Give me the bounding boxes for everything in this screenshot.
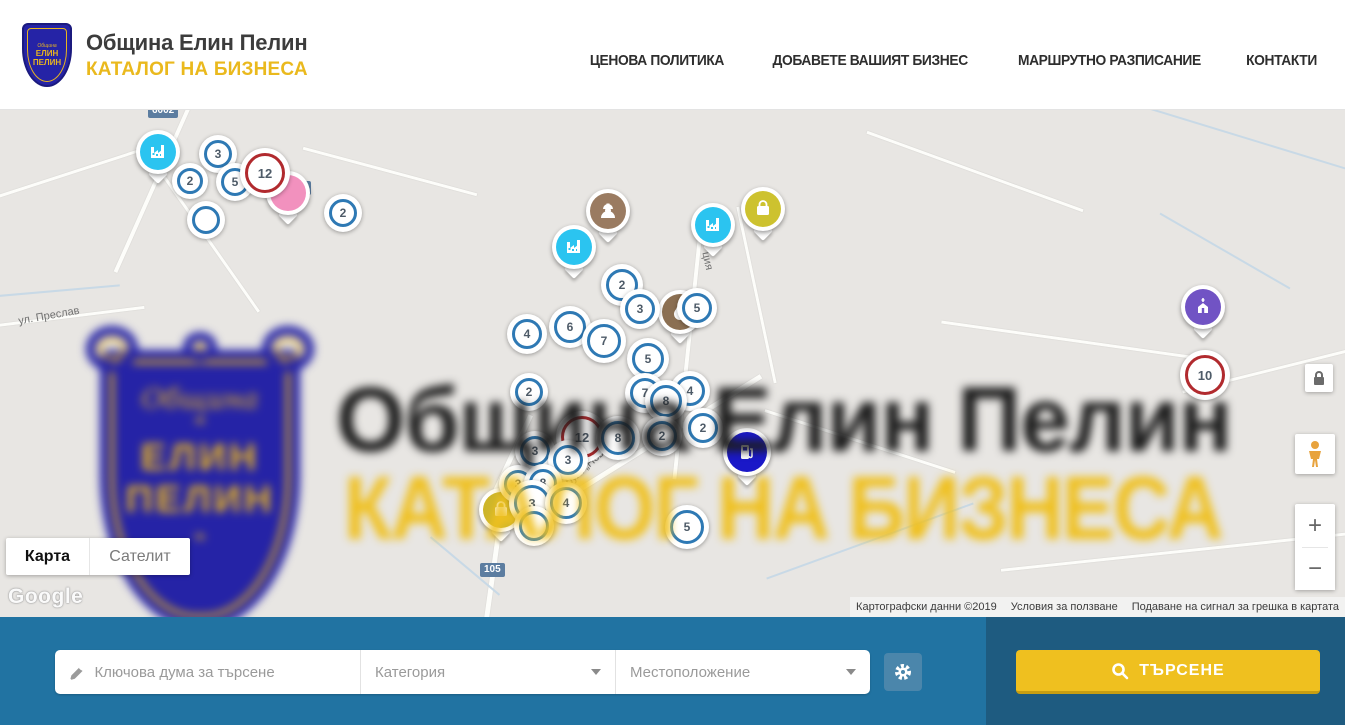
keyword-search-input[interactable] xyxy=(94,664,346,681)
search-submit-button[interactable]: ТЪРСЕНЕ xyxy=(1016,650,1320,694)
search-submit-label: ТЪРСЕНЕ xyxy=(1139,662,1224,680)
logo-shield-line1: ЕЛИН xyxy=(36,49,58,58)
map-attribution: Картографски данни ©2019 Условия за полз… xyxy=(850,597,1345,617)
nav-route-schedule[interactable]: МАРШРУТНО РАЗПИСАНИЕ xyxy=(1018,52,1201,69)
satellite-view-button[interactable]: Сателит xyxy=(90,538,190,575)
nav-add-your-business[interactable]: ДОБАВЕТЕ ВАШИЯТ БИЗНЕС xyxy=(772,52,967,69)
building-icon xyxy=(695,207,731,243)
category-dropdown[interactable]: Категория xyxy=(360,650,615,694)
municipality-logo[interactable]: Община ЕЛИН ПЕЛИН xyxy=(22,23,72,87)
road-number-label: 6002 xyxy=(148,110,178,118)
cluster-marker[interactable]: 10 xyxy=(1180,350,1230,400)
logo-shield: Община ЕЛИН ПЕЛИН xyxy=(22,23,72,87)
header: Община ЕЛИН ПЕЛИН Община Елин Пелин КАТА… xyxy=(0,0,1345,110)
street-name-label: ул. Преслав xyxy=(17,305,80,328)
location-dropdown-label: Местоположение xyxy=(630,664,750,681)
fuel-icon xyxy=(727,432,767,472)
site-subtitle: КАТАЛОГ НА БИЗНЕСА xyxy=(86,59,308,81)
shield-ornament-center xyxy=(183,332,217,362)
building-category-pin[interactable] xyxy=(136,130,180,174)
pencil-icon xyxy=(69,664,84,681)
attribution-report-error-link[interactable]: Подаване на сигнал за грешка в картата xyxy=(1132,601,1339,613)
nav-pricing-policy[interactable]: ЦЕНОВА ПОЛИТИКА xyxy=(590,52,724,69)
cluster-marker[interactable] xyxy=(514,506,554,546)
cluster-marker[interactable]: 3 xyxy=(620,289,660,329)
advanced-settings-button[interactable] xyxy=(884,653,922,691)
cluster-marker[interactable]: 7 xyxy=(582,319,626,363)
map-waterway xyxy=(1160,213,1291,290)
cluster-marker[interactable]: 5 xyxy=(677,288,717,328)
logo-shield-top-text: Община xyxy=(37,43,56,49)
zoom-control: + − xyxy=(1295,504,1335,590)
search-panel: Категория Местоположение xyxy=(55,650,870,694)
building-category-pin[interactable] xyxy=(552,225,596,269)
search-bar: Категория Местоположение ТЪРСЕНЕ xyxy=(0,617,1345,725)
cluster-marker[interactable]: 2 xyxy=(324,194,362,232)
cluster-marker[interactable]: 2 xyxy=(683,408,723,448)
map-road xyxy=(1001,531,1345,572)
map-waterway xyxy=(1027,110,1345,172)
site-title: Община Елин Пелин xyxy=(86,30,308,56)
zoom-in-button[interactable]: + xyxy=(1295,505,1335,547)
building-icon xyxy=(556,229,592,265)
page: Община ЕЛИН ПЕЛИН Община Елин Пелин КАТА… xyxy=(0,0,1345,725)
watermark-logo-shield: Община ❧ ЕЛИН ПЕЛИН ❧ xyxy=(100,350,300,617)
map-road xyxy=(764,409,955,474)
chevron-down-icon xyxy=(846,669,856,675)
shield-flourish-icon: ❧ xyxy=(193,531,206,545)
church-category-pin[interactable] xyxy=(1181,285,1225,329)
pegman-icon xyxy=(1305,440,1325,468)
site-title-block[interactable]: Община Елин Пелин КАТАЛОГ НА БИЗНЕСА xyxy=(86,30,308,81)
map-canvas[interactable]: 6002105ул. Преславбул. „Новоселция 32512… xyxy=(0,110,1345,617)
map-road xyxy=(941,321,1219,363)
watermark-shield-top-text: Община xyxy=(142,384,259,415)
shield-ornament-left xyxy=(86,326,138,372)
shield-flourish-icon: ❧ xyxy=(193,415,206,429)
cluster-marker[interactable]: 5 xyxy=(665,505,709,549)
attribution-copyright: Картографски данни ©2019 xyxy=(856,601,997,613)
watermark-shield-line2: ПЕЛИН xyxy=(125,479,274,521)
google-logo[interactable]: Google xyxy=(8,585,83,609)
cluster-marker[interactable] xyxy=(187,201,225,239)
worker-icon xyxy=(590,193,626,229)
fuel-category-pin[interactable] xyxy=(723,428,771,476)
zoom-out-button[interactable]: − xyxy=(1295,548,1335,590)
gear-icon xyxy=(893,662,913,682)
lock-button[interactable] xyxy=(1305,364,1333,392)
cluster-marker[interactable]: 8 xyxy=(596,416,640,460)
lock-icon xyxy=(1312,370,1326,386)
bag-category-pin[interactable] xyxy=(741,187,785,231)
street-view-pegman-button[interactable] xyxy=(1295,434,1335,474)
watermark-shield-line1: ЕЛИН xyxy=(141,437,260,479)
building-category-pin[interactable] xyxy=(691,203,735,247)
main-nav: ЦЕНОВА ПОЛИТИКА ДОБАВЕТЕ ВАШИЯТ БИЗНЕС М… xyxy=(584,52,1320,69)
logo-shield-line2: ПЕЛИН xyxy=(33,58,61,67)
cluster-marker[interactable]: 2 xyxy=(172,163,208,199)
bag-icon xyxy=(745,191,781,227)
cluster-marker[interactable]: 12 xyxy=(240,148,290,198)
map-road xyxy=(303,147,478,196)
map-waterway xyxy=(766,502,973,579)
nav-contacts[interactable]: КОНТАКТИ xyxy=(1246,52,1317,69)
building-icon xyxy=(140,134,176,170)
chevron-down-icon xyxy=(591,669,601,675)
category-dropdown-label: Категория xyxy=(375,664,445,681)
attribution-terms-link[interactable]: Условия за ползване xyxy=(1011,601,1118,613)
shield-ornament-right xyxy=(262,326,314,372)
map-road xyxy=(866,131,1083,212)
cluster-marker[interactable]: 2 xyxy=(510,373,548,411)
cluster-marker[interactable]: 4 xyxy=(507,314,547,354)
map-view-button[interactable]: Карта xyxy=(6,538,90,575)
map-waterway xyxy=(0,284,120,297)
road-number-label: 105 xyxy=(480,563,505,577)
keyword-segment xyxy=(55,650,360,694)
church-icon xyxy=(1185,289,1221,325)
location-dropdown[interactable]: Местоположение xyxy=(615,650,870,694)
map-type-control: Карта Сателит xyxy=(6,538,190,575)
cluster-marker[interactable]: 2 xyxy=(642,416,682,456)
search-icon xyxy=(1111,662,1129,680)
